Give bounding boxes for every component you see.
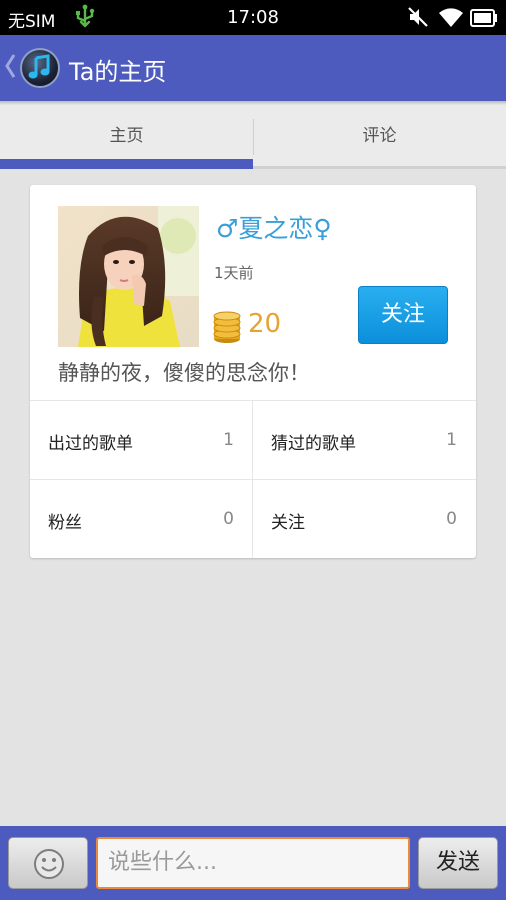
comment-composer: 说些什么... 发送 xyxy=(0,826,506,900)
follow-button[interactable]: 关注 xyxy=(358,286,448,344)
tab-comments[interactable]: 评论 xyxy=(253,105,506,169)
coins-icon xyxy=(213,311,241,343)
user-signature: 静静的夜，傻傻的思念你！ xyxy=(58,361,310,385)
page-title: Ta的主页 xyxy=(69,58,167,86)
wifi-icon xyxy=(439,8,463,27)
tab-selected-indicator xyxy=(0,159,253,169)
stat-fans[interactable]: 粉丝 0 xyxy=(30,480,252,558)
mute-icon xyxy=(408,7,428,27)
stat-value: 1 xyxy=(223,430,234,450)
emoji-button[interactable] xyxy=(8,837,88,889)
music-note-icon[interactable] xyxy=(20,48,60,88)
stat-following[interactable]: 关注 0 xyxy=(253,480,475,558)
battery-icon xyxy=(470,9,497,27)
back-chevron-icon[interactable] xyxy=(4,51,16,81)
app-bar: Ta的主页 xyxy=(0,35,506,101)
stat-created-playlists[interactable]: 出过的歌单 1 xyxy=(30,401,252,479)
clock: 17:08 xyxy=(227,7,279,28)
stat-label: 粉丝 xyxy=(48,513,82,533)
stat-value: 1 xyxy=(446,430,457,450)
stat-label: 出过的歌单 xyxy=(48,434,133,454)
comment-input[interactable]: 说些什么... xyxy=(96,837,410,889)
tab-underline xyxy=(253,166,506,169)
coin-count: 20 xyxy=(248,309,282,339)
stat-label: 关注 xyxy=(271,513,305,533)
profile-card: ♂夏之恋♀ 1天前 20 关注 静静的夜，傻傻的思念你！ 出过的歌单 1 猜过的… xyxy=(30,185,476,558)
user-name: ♂夏之恋♀ xyxy=(216,214,332,243)
stat-label: 猜过的歌单 xyxy=(271,434,356,454)
send-button[interactable]: 发送 xyxy=(418,837,498,889)
avatar[interactable] xyxy=(58,206,199,347)
stat-guessed-playlists[interactable]: 猜过的歌单 1 xyxy=(253,401,475,479)
stat-value: 0 xyxy=(223,509,234,529)
smiley-icon xyxy=(34,849,64,879)
status-bar: 无SIM 17:08 xyxy=(0,0,506,35)
last-active-time: 1天前 xyxy=(214,264,254,282)
stat-value: 0 xyxy=(446,509,457,529)
